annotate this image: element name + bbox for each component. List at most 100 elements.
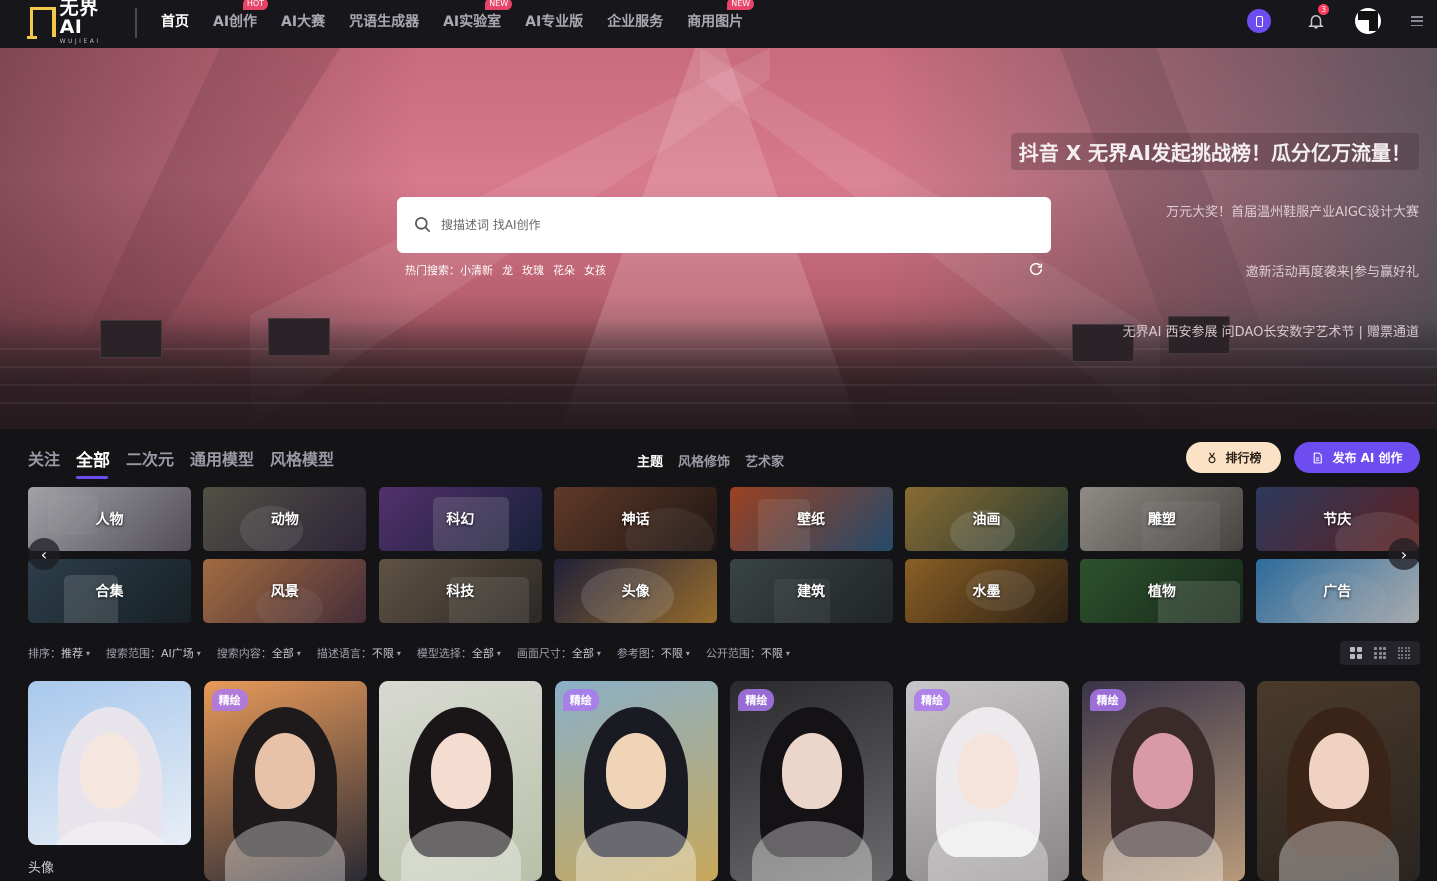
category-card[interactable]: 雕塑 (1080, 487, 1244, 551)
category-card[interactable]: 水墨 (904, 559, 1068, 623)
nav-item[interactable]: AI实验室 NEW (443, 0, 513, 31)
nav-item[interactable]: AI大赛 (281, 11, 325, 31)
nav-item[interactable]: 咒语生成器 (349, 11, 419, 31)
category-label: 建筑 (797, 584, 826, 600)
hero-banner[interactable]: 抖音 X 无界AI发起挑战榜！瓜分亿万流量！ 万元大奖！首届温州鞋服产业AIGC… (0, 48, 1437, 429)
chevron-down-icon: ▾ (86, 648, 91, 658)
tab-item[interactable]: 通用模型 (190, 446, 254, 478)
hero-promo-link[interactable]: 邀新活动再度袭来|参与赢好礼 (1246, 261, 1419, 280)
filter-label: 模型选择： (416, 647, 472, 660)
category-card[interactable]: 科幻 (378, 487, 542, 551)
medium-grid-view-icon[interactable] (1374, 647, 1386, 659)
search-icon[interactable] (413, 215, 433, 235)
notification-button[interactable]: 3 (1305, 4, 1329, 32)
filter-value: 不限 (760, 647, 783, 660)
category-label: 合集 (95, 584, 124, 600)
hot-search-tag[interactable]: 小清新 (460, 262, 493, 278)
category-tabs: 关注 全部 二次元 通用模型 风格模型 (28, 446, 350, 479)
artwork-card[interactable] (1257, 681, 1421, 881)
artwork-face (957, 733, 1018, 809)
hero-promo-link[interactable]: 万元大奖！首届温州鞋服产业AIGC设计大赛 (1166, 201, 1419, 220)
category-card[interactable]: 头像 (554, 559, 718, 623)
carousel-next-button[interactable]: › (1388, 538, 1420, 570)
hot-search-tag[interactable]: 花朵 (553, 262, 575, 278)
refined-badge: 精绘 (211, 689, 248, 711)
filter-label: 描述语言： (316, 647, 372, 660)
filter-dropdown[interactable]: 搜索内容： 全部 ▾ (217, 645, 301, 661)
nav-item-label: 企业服务 (607, 14, 664, 30)
category-card[interactable]: 科技 (378, 559, 542, 623)
category-label: 动物 (270, 512, 299, 528)
leaderboard-button[interactable]: 排行榜 (1186, 442, 1281, 473)
filter-value: AI广场 (161, 647, 194, 660)
tab-item[interactable]: 关注 (28, 446, 60, 478)
category-card[interactable]: 神话 (554, 487, 718, 551)
nav-item[interactable]: AI专业版 (525, 11, 583, 31)
filter-value: 不限 (660, 647, 683, 660)
filter-dropdown[interactable]: 公开范围： 不限 ▾ (706, 645, 790, 661)
artwork-caption[interactable]: 头像 (28, 857, 54, 876)
category-label: 植物 (1147, 584, 1176, 600)
artwork-card[interactable]: 精绘 (1081, 681, 1245, 881)
hamburger-menu-icon[interactable] (1411, 16, 1423, 26)
artwork-card[interactable]: 精绘 (203, 681, 367, 881)
filter-dropdown[interactable]: 画面尺寸： 全部 ▾ (517, 645, 601, 661)
subtab-item[interactable]: 艺术家 (745, 451, 784, 470)
artwork-card[interactable]: 精绘 (730, 681, 894, 881)
mobile-app-button[interactable] (1247, 9, 1271, 33)
artwork-card[interactable]: 精绘 (906, 681, 1069, 881)
nav-divider (135, 8, 137, 38)
nav-item[interactable]: 商用图片 NEW (687, 0, 755, 31)
publish-creation-button[interactable]: 发布 AI 创作 (1294, 442, 1420, 473)
artwork-card[interactable] (379, 681, 543, 881)
category-label: 人物 (95, 512, 124, 528)
small-grid-view-icon[interactable] (1398, 647, 1410, 659)
hero-promo-link[interactable]: 无界AI 西安参展 问DAO长安数字艺术节 | 赠票通道 (1123, 321, 1419, 340)
carousel-prev-button[interactable]: ‹ (28, 538, 60, 570)
category-card[interactable]: 壁纸 (729, 487, 893, 551)
tab-item[interactable]: 风格模型 (270, 446, 334, 478)
artwork-card[interactable]: 精绘 (554, 681, 718, 881)
category-label: 神话 (621, 512, 650, 528)
filter-dropdown[interactable]: 参考图： 不限 ▾ (617, 645, 690, 661)
category-card[interactable]: 油画 (904, 487, 1068, 551)
artwork-card[interactable] (28, 681, 191, 845)
tab-item[interactable]: 全部 (76, 446, 110, 479)
filter-dropdown[interactable]: 描述语言： 不限 ▾ (317, 645, 401, 661)
chevron-down-icon: ▾ (785, 648, 790, 658)
hot-search-tag[interactable]: 女孩 (584, 262, 606, 278)
category-label: 水墨 (972, 584, 1001, 600)
filter-value: 全部 (471, 647, 494, 660)
refresh-icon[interactable] (1028, 261, 1044, 277)
category-card[interactable]: 广告 (1255, 559, 1419, 623)
tab-item[interactable]: 二次元 (126, 446, 174, 478)
category-card[interactable]: 合集 (28, 559, 191, 623)
nav-item[interactable]: AI创作 HOT (213, 0, 269, 31)
large-grid-view-icon[interactable] (1350, 647, 1362, 659)
search-input[interactable] (441, 218, 1001, 232)
filter-dropdown[interactable]: 模型选择： 全部 ▾ (417, 645, 501, 661)
category-card[interactable]: 动物 (203, 487, 367, 551)
nav-badge: NEW (727, 0, 755, 10)
filter-dropdown[interactable]: 排序： 推荐 ▾ (28, 645, 90, 661)
filter-label: 画面尺寸： (516, 647, 572, 660)
subtab-item[interactable]: 风格修饰 (678, 451, 730, 470)
subtab-item[interactable]: 主题 (637, 451, 663, 470)
brand-logo[interactable]: 无界AI WUJIEAI (27, 0, 120, 45)
nav-item[interactable]: 首页 (161, 11, 189, 31)
hot-search-label: 热门搜索： (405, 264, 460, 277)
category-grid: 人物 动物 科幻 神话 壁纸 油画 雕塑 节庆 合集 风景 科技 头像 建筑 水墨 植物 广告 (28, 487, 1420, 623)
nav-item-label: AI专业版 (525, 14, 584, 30)
user-avatar[interactable] (1355, 8, 1381, 34)
hot-search-tag[interactable]: 玫瑰 (522, 262, 544, 278)
filter-dropdown[interactable]: 搜索范围： AI广场 ▾ (106, 645, 201, 661)
nav-item[interactable]: 企业服务 (607, 11, 663, 31)
hot-search-tag[interactable]: 龙 (502, 262, 513, 278)
leaderboard-label: 排行榜 (1225, 451, 1262, 465)
hero-promo-title[interactable]: 抖音 X 无界AI发起挑战榜！瓜分亿万流量！ (1010, 133, 1419, 170)
category-card[interactable]: 风景 (203, 559, 367, 623)
category-card[interactable]: 植物 (1080, 559, 1244, 623)
category-card[interactable]: 建筑 (729, 559, 893, 623)
category-label: 科技 (446, 584, 475, 600)
filter-value: 全部 (271, 647, 294, 660)
